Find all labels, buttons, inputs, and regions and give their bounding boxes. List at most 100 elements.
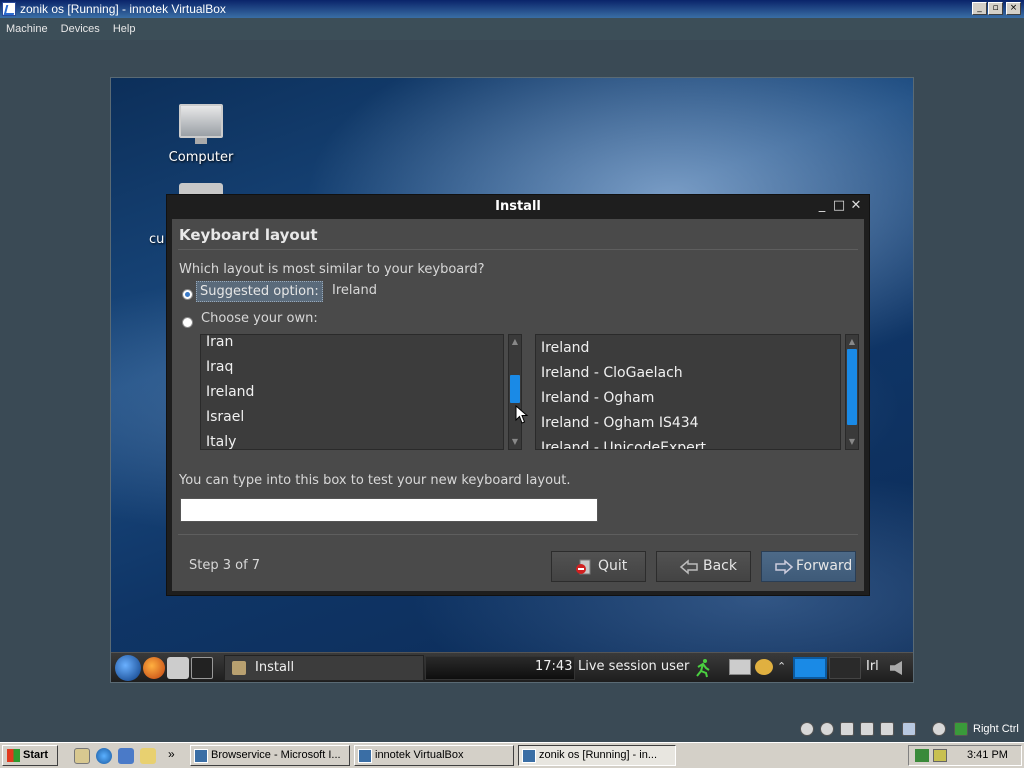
vbox-status-bar: Right Ctrl	[790, 720, 1024, 740]
internet-explorer-icon[interactable]	[96, 748, 112, 764]
install-dialog: Install _ □ ✕ Keyboard layout Which layo…	[166, 194, 870, 596]
scroll-down-arrow-icon[interactable]: ▼	[509, 436, 521, 448]
desktop-computer-icon[interactable]: Computer	[156, 104, 246, 165]
layout-question: Which layout is most similar to your key…	[179, 262, 485, 277]
list-item[interactable]: Italy	[206, 434, 236, 449]
keyboard-indicator[interactable]: Irl	[866, 659, 879, 674]
vbox-menubar: Machine Devices Help	[0, 18, 1024, 40]
chevron-up-icon[interactable]: ⌃	[777, 660, 786, 673]
taskbar-install-button[interactable]: Install	[224, 655, 424, 681]
suggested-option-value: Ireland	[332, 283, 377, 298]
quit-button[interactable]: Quit	[551, 551, 646, 582]
choose-own-radio[interactable]	[182, 317, 193, 328]
menu-devices[interactable]: Devices	[56, 18, 105, 40]
session-user[interactable]: Live session user	[578, 659, 689, 674]
variant-list-scrollbar[interactable]: ▲ ▼	[845, 334, 859, 450]
list-item[interactable]: Iran	[206, 335, 233, 350]
list-item[interactable]: Ireland - UnicodeExpert	[541, 440, 706, 449]
back-button[interactable]: Back	[656, 551, 751, 582]
variant-scroll-thumb[interactable]	[847, 349, 857, 425]
host-taskbar: Start » Browservice - Microsoft I... inn…	[0, 742, 1024, 768]
footer-divider	[178, 534, 858, 535]
taskbar-virtualbox[interactable]: innotek VirtualBox	[354, 745, 514, 766]
country-list-scrollbar[interactable]: ▲ ▼	[508, 334, 522, 450]
list-item[interactable]: Israel	[206, 409, 244, 425]
quit-icon	[576, 559, 591, 575]
list-item[interactable]: Iraq	[206, 359, 233, 375]
tray-network-icon[interactable]	[915, 749, 929, 762]
quicklaunch-app2-icon[interactable]	[140, 748, 156, 764]
workspace-2[interactable]	[829, 657, 861, 679]
dialog-minimize-button[interactable]: _	[815, 199, 829, 213]
network-adapter-icon[interactable]	[860, 722, 874, 736]
usb-icon[interactable]	[880, 722, 894, 736]
list-item[interactable]: Ireland - Ogham	[541, 390, 654, 406]
update-icon[interactable]	[755, 659, 773, 675]
test-box-label: You can type into this box to test your …	[179, 473, 571, 488]
menu-globe-icon[interactable]	[115, 655, 141, 681]
vbox-minimize-button[interactable]: _	[972, 2, 987, 15]
taskbar-browservice[interactable]: Browservice - Microsoft I...	[190, 745, 350, 766]
mouse-integration-icon[interactable]	[932, 722, 946, 736]
heading-divider	[178, 249, 858, 250]
country-scroll-thumb[interactable]	[510, 375, 520, 403]
dialog-body: Keyboard layout Which layout is most sim…	[172, 219, 864, 591]
scroll-up-arrow-icon[interactable]: ▲	[846, 336, 858, 348]
volume-icon[interactable]	[890, 661, 902, 675]
vbox-close-button[interactable]: ×	[1006, 2, 1021, 15]
quit-button-label: Quit	[598, 558, 628, 574]
taskbar-browservice-label: Browservice - Microsoft I...	[211, 749, 341, 761]
system-tray: 3:41 PM	[908, 745, 1022, 766]
workspace-1[interactable]	[793, 657, 827, 679]
firefox-icon[interactable]	[143, 657, 165, 679]
taskbar-zonik-vm-label: zonik os [Running] - in...	[539, 749, 658, 761]
host-clock[interactable]: 3:41 PM	[967, 746, 1008, 765]
desktop-folder-label: cu	[149, 232, 165, 247]
hard-disk-icon[interactable]	[800, 722, 814, 736]
suggested-option-label[interactable]: Suggested option:	[196, 281, 323, 302]
cd-icon[interactable]	[820, 722, 834, 736]
taskbar-install-label: Install	[255, 660, 295, 675]
guest-panel: Install 17:43 Live session user ⌃ Irl	[111, 652, 913, 682]
suggested-option-radio[interactable]	[182, 289, 193, 300]
keyboard-test-input[interactable]	[180, 498, 598, 522]
back-button-label: Back	[703, 558, 737, 574]
start-button[interactable]: Start	[2, 745, 58, 766]
start-button-label: Start	[23, 749, 49, 761]
floppy-icon[interactable]	[840, 722, 854, 736]
virtualbox-app-icon	[2, 2, 16, 16]
menu-help[interactable]: Help	[108, 18, 141, 40]
dialog-maximize-button[interactable]: □	[832, 199, 846, 213]
country-list[interactable]: Iran Iraq Ireland Israel Italy	[200, 334, 504, 450]
scroll-down-arrow-icon[interactable]: ▼	[846, 436, 858, 448]
guest-clock[interactable]: 17:43	[535, 659, 572, 674]
home-folder-icon[interactable]	[167, 657, 189, 679]
computer-icon	[179, 104, 223, 144]
shared-folder-icon[interactable]	[902, 722, 916, 736]
list-item[interactable]: Ireland - CloGaelach	[541, 365, 683, 381]
taskbar-zonik-vm[interactable]: zonik os [Running] - in...	[518, 745, 676, 766]
vbox-maximize-button[interactable]: ▫	[988, 2, 1003, 15]
dialog-titlebar: Install	[167, 195, 869, 219]
quicklaunch-app-icon[interactable]	[118, 748, 134, 764]
dialog-close-button[interactable]: ✕	[849, 199, 863, 213]
scroll-up-arrow-icon[interactable]: ▲	[509, 336, 521, 348]
dialog-title: Install	[495, 199, 541, 214]
running-man-icon[interactable]	[694, 658, 710, 678]
forward-button[interactable]: Forward	[761, 551, 856, 582]
show-desktop-icon[interactable]	[74, 748, 90, 764]
choose-own-label[interactable]: Choose your own:	[201, 311, 318, 326]
variant-list[interactable]: Ireland Ireland - CloGaelach Ireland - O…	[535, 334, 841, 450]
browser-window-icon	[194, 749, 208, 763]
terminal-icon[interactable]	[191, 657, 213, 679]
host-key-icon[interactable]	[954, 722, 968, 736]
tray-app-icon[interactable]	[933, 749, 947, 762]
installer-icon	[232, 661, 246, 675]
list-item[interactable]: Ireland	[541, 340, 589, 356]
list-item[interactable]: Ireland	[206, 384, 254, 400]
menu-machine[interactable]: Machine	[0, 18, 53, 40]
forward-arrow-icon	[775, 559, 794, 575]
list-item[interactable]: Ireland - Ogham IS434	[541, 415, 699, 431]
network-icon[interactable]	[729, 659, 751, 675]
quicklaunch-more-chevron-icon[interactable]: »	[168, 747, 175, 761]
